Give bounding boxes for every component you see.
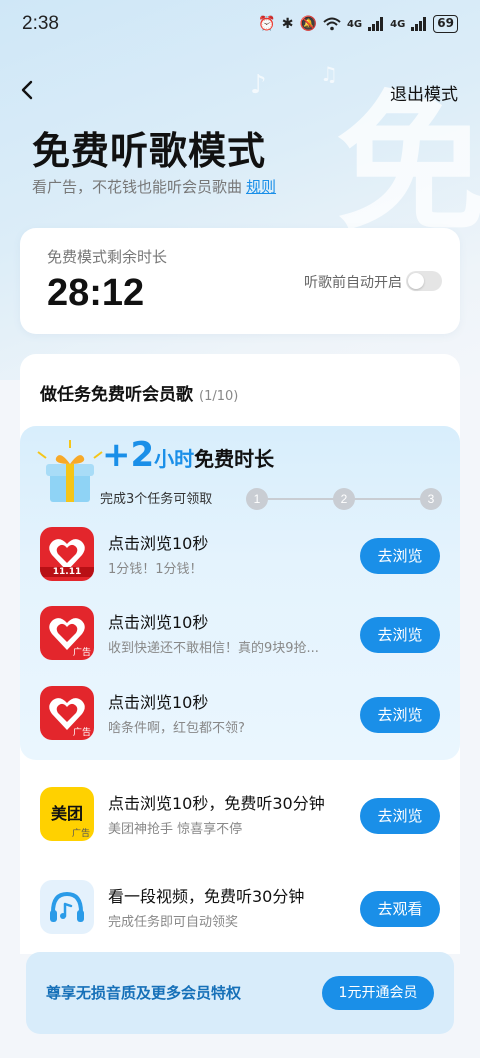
subtitle-text: 看广告，不花钱也能听会员歌曲: [32, 178, 243, 196]
vip-promo-bar: 尊享无损音质及更多会员特权 1元开通会员: [26, 952, 454, 1034]
browse-button[interactable]: 去浏览: [360, 798, 440, 834]
watch-button[interactable]: 去观看: [360, 891, 440, 927]
exit-mode-button[interactable]: 退出模式: [390, 80, 458, 105]
remaining-time-card: 免费模式剩余时长 28:12 听歌前自动开启: [20, 228, 460, 334]
task-row: 美团 广告 点击浏览10秒，免费听30分钟 美团神抢手 惊喜享不停 去浏览: [20, 780, 460, 850]
vip-promo-text: 尊享无损音质及更多会员特权: [46, 984, 242, 1002]
back-arrow-icon[interactable]: [16, 78, 40, 102]
task-description: 收到快递还不敢相信！真的9块9抢...: [108, 641, 319, 656]
ad-tag: 广告: [72, 648, 91, 658]
page-title: 免费听歌模式: [32, 129, 267, 173]
headphones-music-icon: [40, 880, 94, 934]
music-note-decor-icon: ♪: [250, 70, 267, 100]
remaining-time-label: 免费模式剩余时长: [47, 248, 168, 266]
signal-icon-2: [411, 17, 427, 31]
task-row: 看一段视频，免费听30分钟 完成任务即可自动领奖 去观看: [20, 873, 460, 943]
task-description: 美团神抢手 惊喜享不停: [108, 822, 243, 837]
pinduoduo-icon: 11.11: [40, 527, 94, 581]
task-progress: (1/10): [199, 389, 239, 404]
auto-enable-label: 听歌前自动开启: [304, 275, 402, 291]
sale-tag: 11.11: [40, 567, 94, 577]
mute-icon: 🔕: [299, 16, 317, 32]
network-type-label: 4G: [346, 18, 363, 30]
task-description: 1分钱！1分钱！: [108, 562, 203, 577]
toggle-knob: [408, 273, 424, 289]
browse-button[interactable]: 去浏览: [360, 538, 440, 574]
task-card: 做任务免费听会员歌 (1/10) +2 小时 免费时长 完成3个任务可领取 1 2…: [20, 354, 460, 954]
signal-icon: [368, 17, 384, 31]
open-vip-button[interactable]: 1元开通会员: [322, 976, 434, 1010]
task-name: 点击浏览10秒: [108, 693, 209, 712]
alarm-icon: ⏰: [258, 16, 276, 32]
task-row: 广告 点击浏览10秒 收到快递还不敢相信！真的9块9抢... 去浏览: [20, 599, 460, 669]
meituan-brand-text: 美团: [50, 804, 83, 823]
task-row: 11.11 点击浏览10秒 1分钱！1分钱！ 去浏览: [20, 520, 460, 590]
task-name: 看一段视频，免费听30分钟: [108, 887, 305, 906]
meituan-icon: 美团 广告: [40, 787, 94, 841]
step-2: 2: [333, 488, 355, 510]
progress-steps: 1 2 3: [246, 488, 442, 510]
gift-box-icon: [37, 440, 103, 502]
status-bar: 2:38 ⏰ ✱ 🔕 4G 4G 69: [0, 0, 480, 48]
bonus-panel: +2 小时 免费时长 完成3个任务可领取 1 2 3 11.11 点击浏览10秒…: [20, 426, 460, 760]
browse-button[interactable]: 去浏览: [360, 697, 440, 733]
auto-enable-toggle[interactable]: [406, 271, 442, 291]
bonus-plus: +2: [102, 435, 155, 475]
rules-link[interactable]: 规则: [246, 178, 276, 196]
wifi-icon: [323, 17, 341, 31]
pinduoduo-icon: 广告: [40, 686, 94, 740]
ad-tag: 广告: [71, 829, 90, 839]
task-section-title: 做任务免费听会员歌 (1/10): [40, 380, 238, 405]
decor-glyph: 免: [335, 78, 480, 252]
task-name: 点击浏览10秒: [108, 613, 209, 632]
task-description: 完成任务即可自动领奖: [108, 915, 239, 930]
step-3: 3: [420, 488, 442, 510]
task-name: 点击浏览10秒，免费听30分钟: [108, 794, 325, 813]
bonus-headline: +2 小时 免费时长: [102, 438, 274, 472]
status-icons: ⏰ ✱ 🔕 4G 4G 69: [258, 15, 458, 33]
music-note-decor-icon: ♫: [320, 62, 338, 86]
bonus-text: 免费时长: [194, 447, 275, 471]
bluetooth-icon: ✱: [281, 16, 294, 32]
page-subtitle: 看广告，不花钱也能听会员歌曲 规则: [32, 176, 276, 197]
task-name: 点击浏览10秒: [108, 534, 209, 553]
task-description: 啥条件啊，红包都不领?: [108, 721, 245, 736]
remaining-time-value: 28:12: [47, 272, 145, 314]
ad-tag: 广告: [72, 728, 91, 738]
network-type-label-2: 4G: [390, 18, 406, 30]
bonus-subtext: 完成3个任务可领取: [100, 492, 213, 507]
browse-button[interactable]: 去浏览: [360, 617, 440, 653]
status-time: 2:38: [22, 13, 59, 34]
bonus-unit: 小时: [154, 447, 195, 471]
task-title-text: 做任务免费听会员歌: [40, 385, 193, 405]
task-row: 广告 点击浏览10秒 啥条件啊，红包都不领? 去浏览: [20, 679, 460, 749]
step-1: 1: [246, 488, 268, 510]
battery-indicator: 69: [433, 15, 458, 33]
pinduoduo-icon: 广告: [40, 606, 94, 660]
